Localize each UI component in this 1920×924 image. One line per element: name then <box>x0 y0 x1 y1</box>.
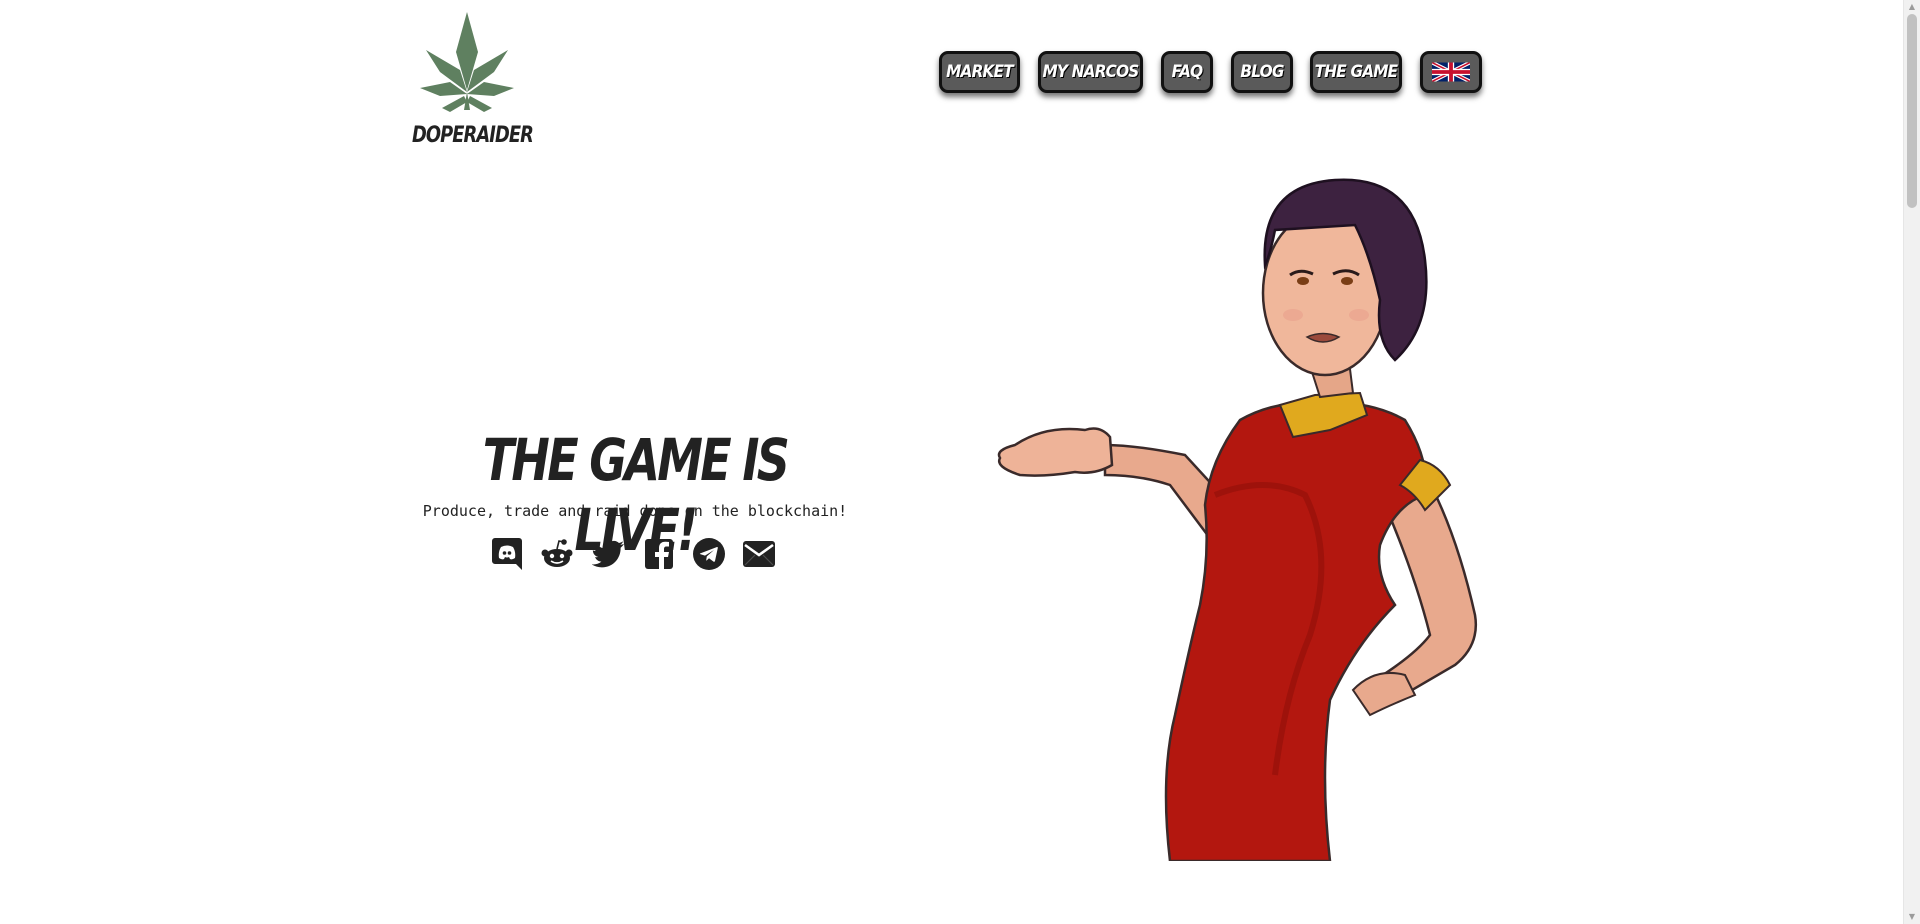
nav-my-narcos-button[interactable]: MY NARCOS <box>1038 51 1143 93</box>
reddit-link[interactable] <box>541 538 573 570</box>
nav-market-button[interactable]: MARKET <box>939 51 1020 93</box>
scroll-up-arrow-icon[interactable]: ▲ <box>1907 2 1917 12</box>
uk-flag-icon <box>1432 62 1470 82</box>
vertical-scrollbar[interactable]: ▲ ▼ <box>1903 0 1920 924</box>
page: DOPERAIDER MARKET MY NARCOS FAQ BLOG THE… <box>0 0 1920 924</box>
brand-logo[interactable]: DOPERAIDER <box>412 12 534 148</box>
language-select-button[interactable] <box>1420 51 1482 93</box>
hero-subtitle: Produce, trade and raid dope on the bloc… <box>422 502 848 520</box>
scrollbar-thumb[interactable] <box>1907 14 1917 208</box>
twitter-link[interactable] <box>592 538 624 570</box>
scroll-down-arrow-icon[interactable]: ▼ <box>1907 912 1917 922</box>
brand-name: DOPERAIDER <box>412 123 534 148</box>
reddit-icon <box>541 539 573 567</box>
cannabis-leaf-icon <box>420 12 514 112</box>
twitter-icon <box>592 540 624 568</box>
email-link[interactable] <box>743 538 775 570</box>
telegram-link[interactable] <box>693 538 725 570</box>
nav-the-game-button[interactable]: THE GAME <box>1310 51 1402 93</box>
discord-link[interactable] <box>491 538 523 570</box>
character-illustration <box>975 175 1555 863</box>
nav-blog-button[interactable]: BLOG <box>1231 51 1293 93</box>
nav-faq-button[interactable]: FAQ <box>1161 51 1213 93</box>
facebook-icon <box>645 539 673 569</box>
discord-icon <box>492 538 522 570</box>
email-icon <box>743 541 775 567</box>
facebook-link[interactable] <box>643 538 675 570</box>
telegram-icon <box>693 538 725 570</box>
hostess-character-image <box>997 178 1478 863</box>
